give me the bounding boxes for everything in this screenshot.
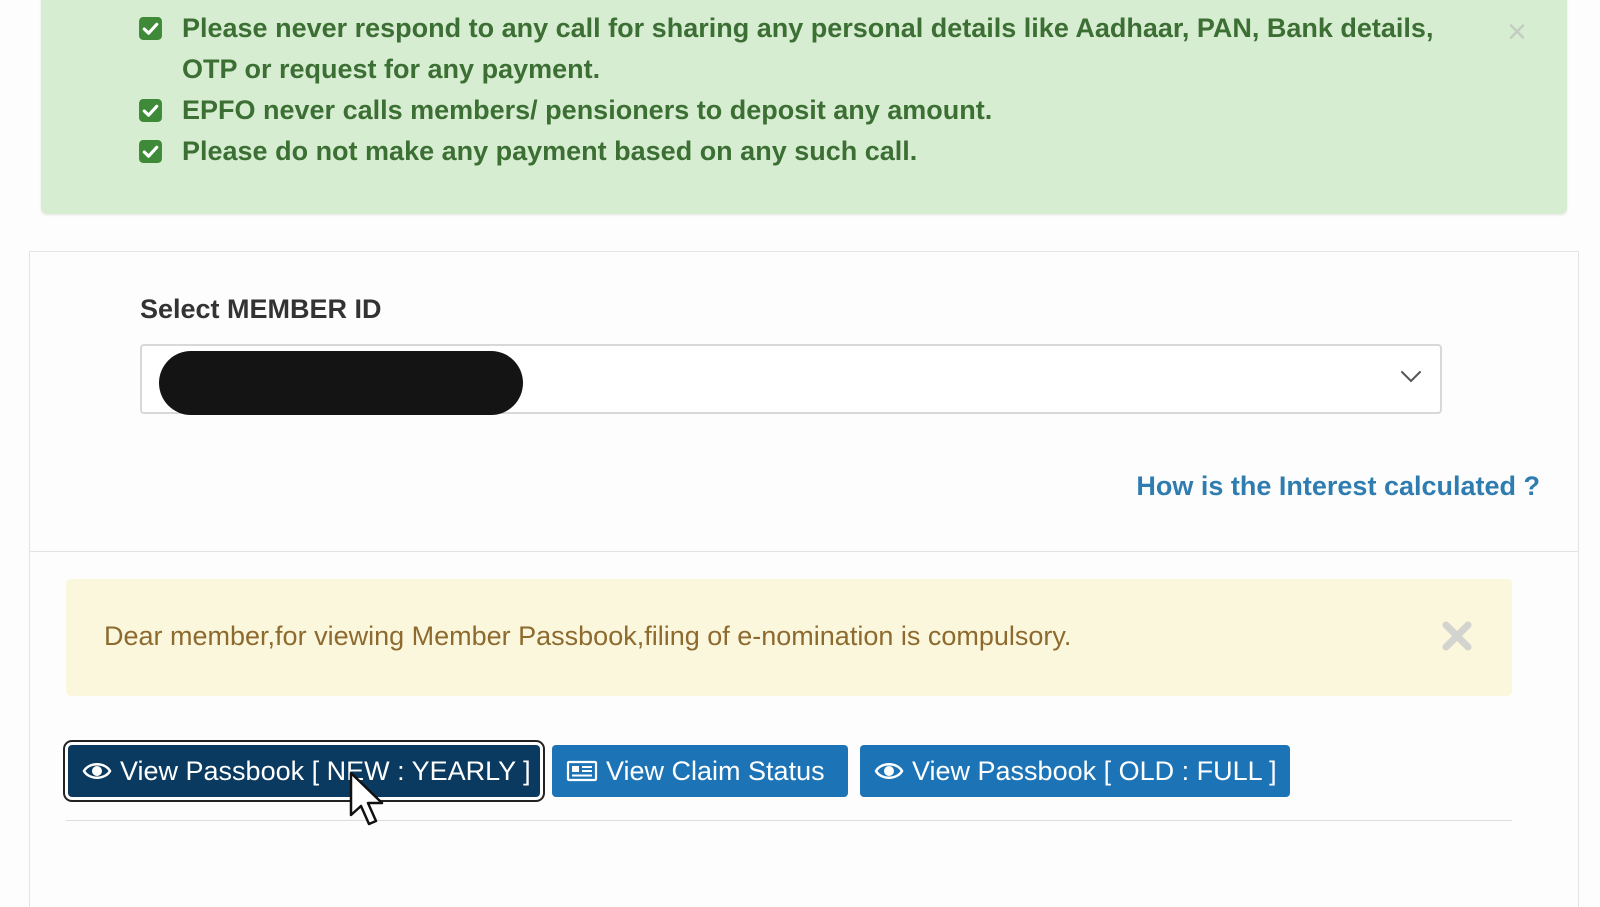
- notice-text: Dear member,for viewing Member Passbook,…: [104, 621, 1072, 651]
- epfo-passbook-page: Please never respond to any call for sha…: [0, 0, 1600, 907]
- divider: [66, 820, 1512, 821]
- newspaper-icon: [566, 760, 598, 781]
- chevron-down-icon: [1401, 371, 1421, 383]
- warning-text: EPFO never calls members/ pensioners to …: [182, 95, 993, 125]
- redaction-mark: [159, 351, 523, 415]
- mouse-cursor-icon: [349, 771, 384, 826]
- view-passbook-new-button[interactable]: View Passbook [ NEW : YEARLY ]: [68, 745, 540, 797]
- warning-list: Please never respond to any call for sha…: [137, 8, 1457, 172]
- warning-text: Please never respond to any call for sha…: [182, 13, 1434, 84]
- view-claim-status-button[interactable]: View Claim Status: [552, 745, 848, 797]
- eye-icon: [82, 762, 112, 779]
- view-passbook-new-label: View Passbook [ NEW : YEARLY ]: [120, 756, 531, 786]
- warning-item: EPFO never calls members/ pensioners to …: [137, 90, 1457, 131]
- view-claim-status-label: View Claim Status: [606, 756, 825, 786]
- check-square-icon: [139, 99, 162, 122]
- check-square-icon: [139, 17, 162, 40]
- view-passbook-old-button[interactable]: View Passbook [ OLD : FULL ]: [860, 745, 1290, 797]
- eye-icon: [874, 762, 904, 779]
- check-square-icon: [139, 140, 162, 163]
- close-icon[interactable]: ×: [1503, 15, 1531, 49]
- member-id-label: Select MEMBER ID: [140, 294, 382, 324]
- warning-item: Please do not make any payment based on …: [137, 131, 1457, 172]
- nomination-notice: Dear member,for viewing Member Passbook,…: [66, 579, 1512, 696]
- divider: [30, 551, 1578, 552]
- member-id-select[interactable]: [140, 344, 1442, 415]
- fraud-warning-alert: Please never respond to any call for sha…: [41, 0, 1567, 214]
- view-passbook-old-label: View Passbook [ OLD : FULL ]: [912, 756, 1277, 786]
- member-panel: Select MEMBER ID How is the Interest cal…: [29, 251, 1579, 907]
- warning-item: Please never respond to any call for sha…: [137, 8, 1457, 90]
- interest-calculation-link[interactable]: How is the Interest calculated ?: [1136, 471, 1540, 502]
- close-icon[interactable]: [1438, 617, 1476, 655]
- warning-text: Please do not make any payment based on …: [182, 136, 918, 166]
